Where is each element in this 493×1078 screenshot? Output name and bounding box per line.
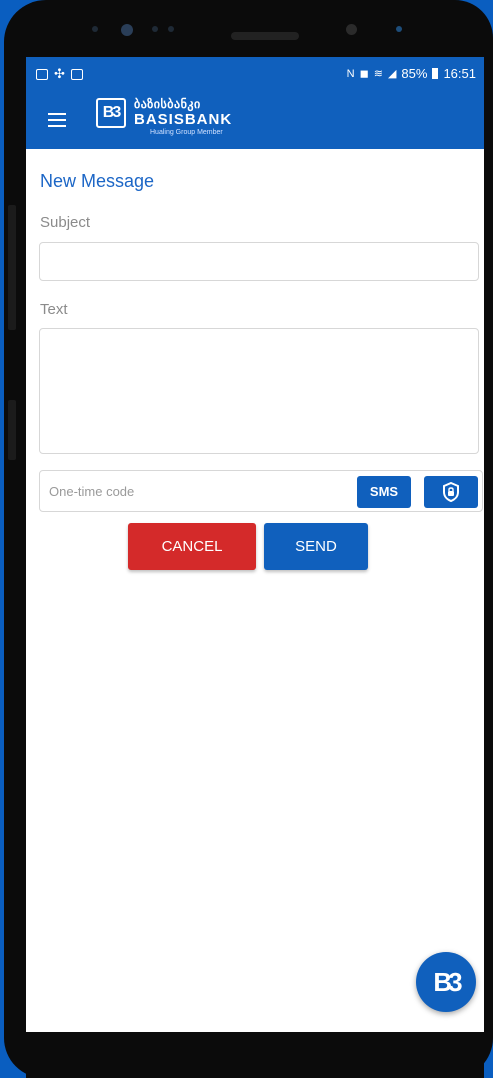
bank-logo-fab[interactable]: B3: [416, 952, 476, 1012]
gallery-icon: [36, 68, 48, 80]
bottom-bezel: [26, 1032, 484, 1078]
cancel-button[interactable]: CANCEL: [128, 523, 256, 570]
battery-icon: [432, 68, 439, 79]
one-time-code-input[interactable]: [41, 472, 356, 510]
sms-button[interactable]: SMS: [357, 476, 411, 508]
power-button: [8, 400, 16, 460]
one-time-code-row: SMS: [39, 470, 483, 512]
sensor-icon: [152, 26, 158, 32]
brand-subtitle: Hualing Group Member: [150, 129, 223, 136]
status-bar: ✣ N ◼ ≋ ◢ 85% 16:51: [26, 57, 484, 91]
text-label: Text: [40, 301, 68, 318]
screen: ✣ N ◼ ≋ ◢ 85% 16:51 B3 ბაზისბანკი BASISB…: [26, 57, 484, 1032]
brand-name: BASISBANK: [134, 111, 233, 128]
iris-scanner-icon: [346, 24, 357, 35]
mute-icon: ◼: [359, 68, 369, 80]
sensor-icon: [396, 26, 402, 32]
subject-field[interactable]: [39, 242, 479, 281]
token-button[interactable]: [424, 476, 478, 508]
battery-percent: 85%: [401, 66, 428, 81]
mail-icon: [70, 68, 83, 80]
system-icons: N ◼ ≋ ◢ 85% 16:51: [347, 66, 476, 81]
volume-button: [8, 205, 16, 330]
phone-frame: ✣ N ◼ ≋ ◢ 85% 16:51 B3 ბაზისბანკი BASISB…: [4, 0, 493, 1078]
app-bar: B3 ბაზისბანკი BASISBANK Hualing Group Me…: [26, 91, 484, 149]
wifi-icon: ≋: [373, 68, 383, 80]
send-button[interactable]: SEND: [264, 523, 368, 570]
text-field[interactable]: [39, 328, 479, 454]
notification-icons: ✣: [36, 66, 83, 82]
shield-lock-icon: [443, 482, 459, 502]
sensor-icon: [168, 26, 174, 32]
top-bezel: [34, 14, 474, 58]
front-camera-icon: [121, 24, 133, 36]
clock: 16:51: [443, 66, 476, 81]
page-title: New Message: [40, 171, 155, 191]
menu-icon[interactable]: [48, 113, 66, 127]
sensor-icon: [92, 26, 98, 32]
bank-logo-icon: B3: [96, 98, 126, 128]
brand-name-georgian: ბაზისბანკი: [134, 97, 201, 111]
sync-icon: ✣: [54, 66, 65, 81]
subject-label: Subject: [40, 214, 91, 231]
nfc-icon: N: [346, 67, 355, 80]
signal-icon: ◢: [387, 68, 397, 80]
earpiece-speaker: [231, 32, 299, 40]
